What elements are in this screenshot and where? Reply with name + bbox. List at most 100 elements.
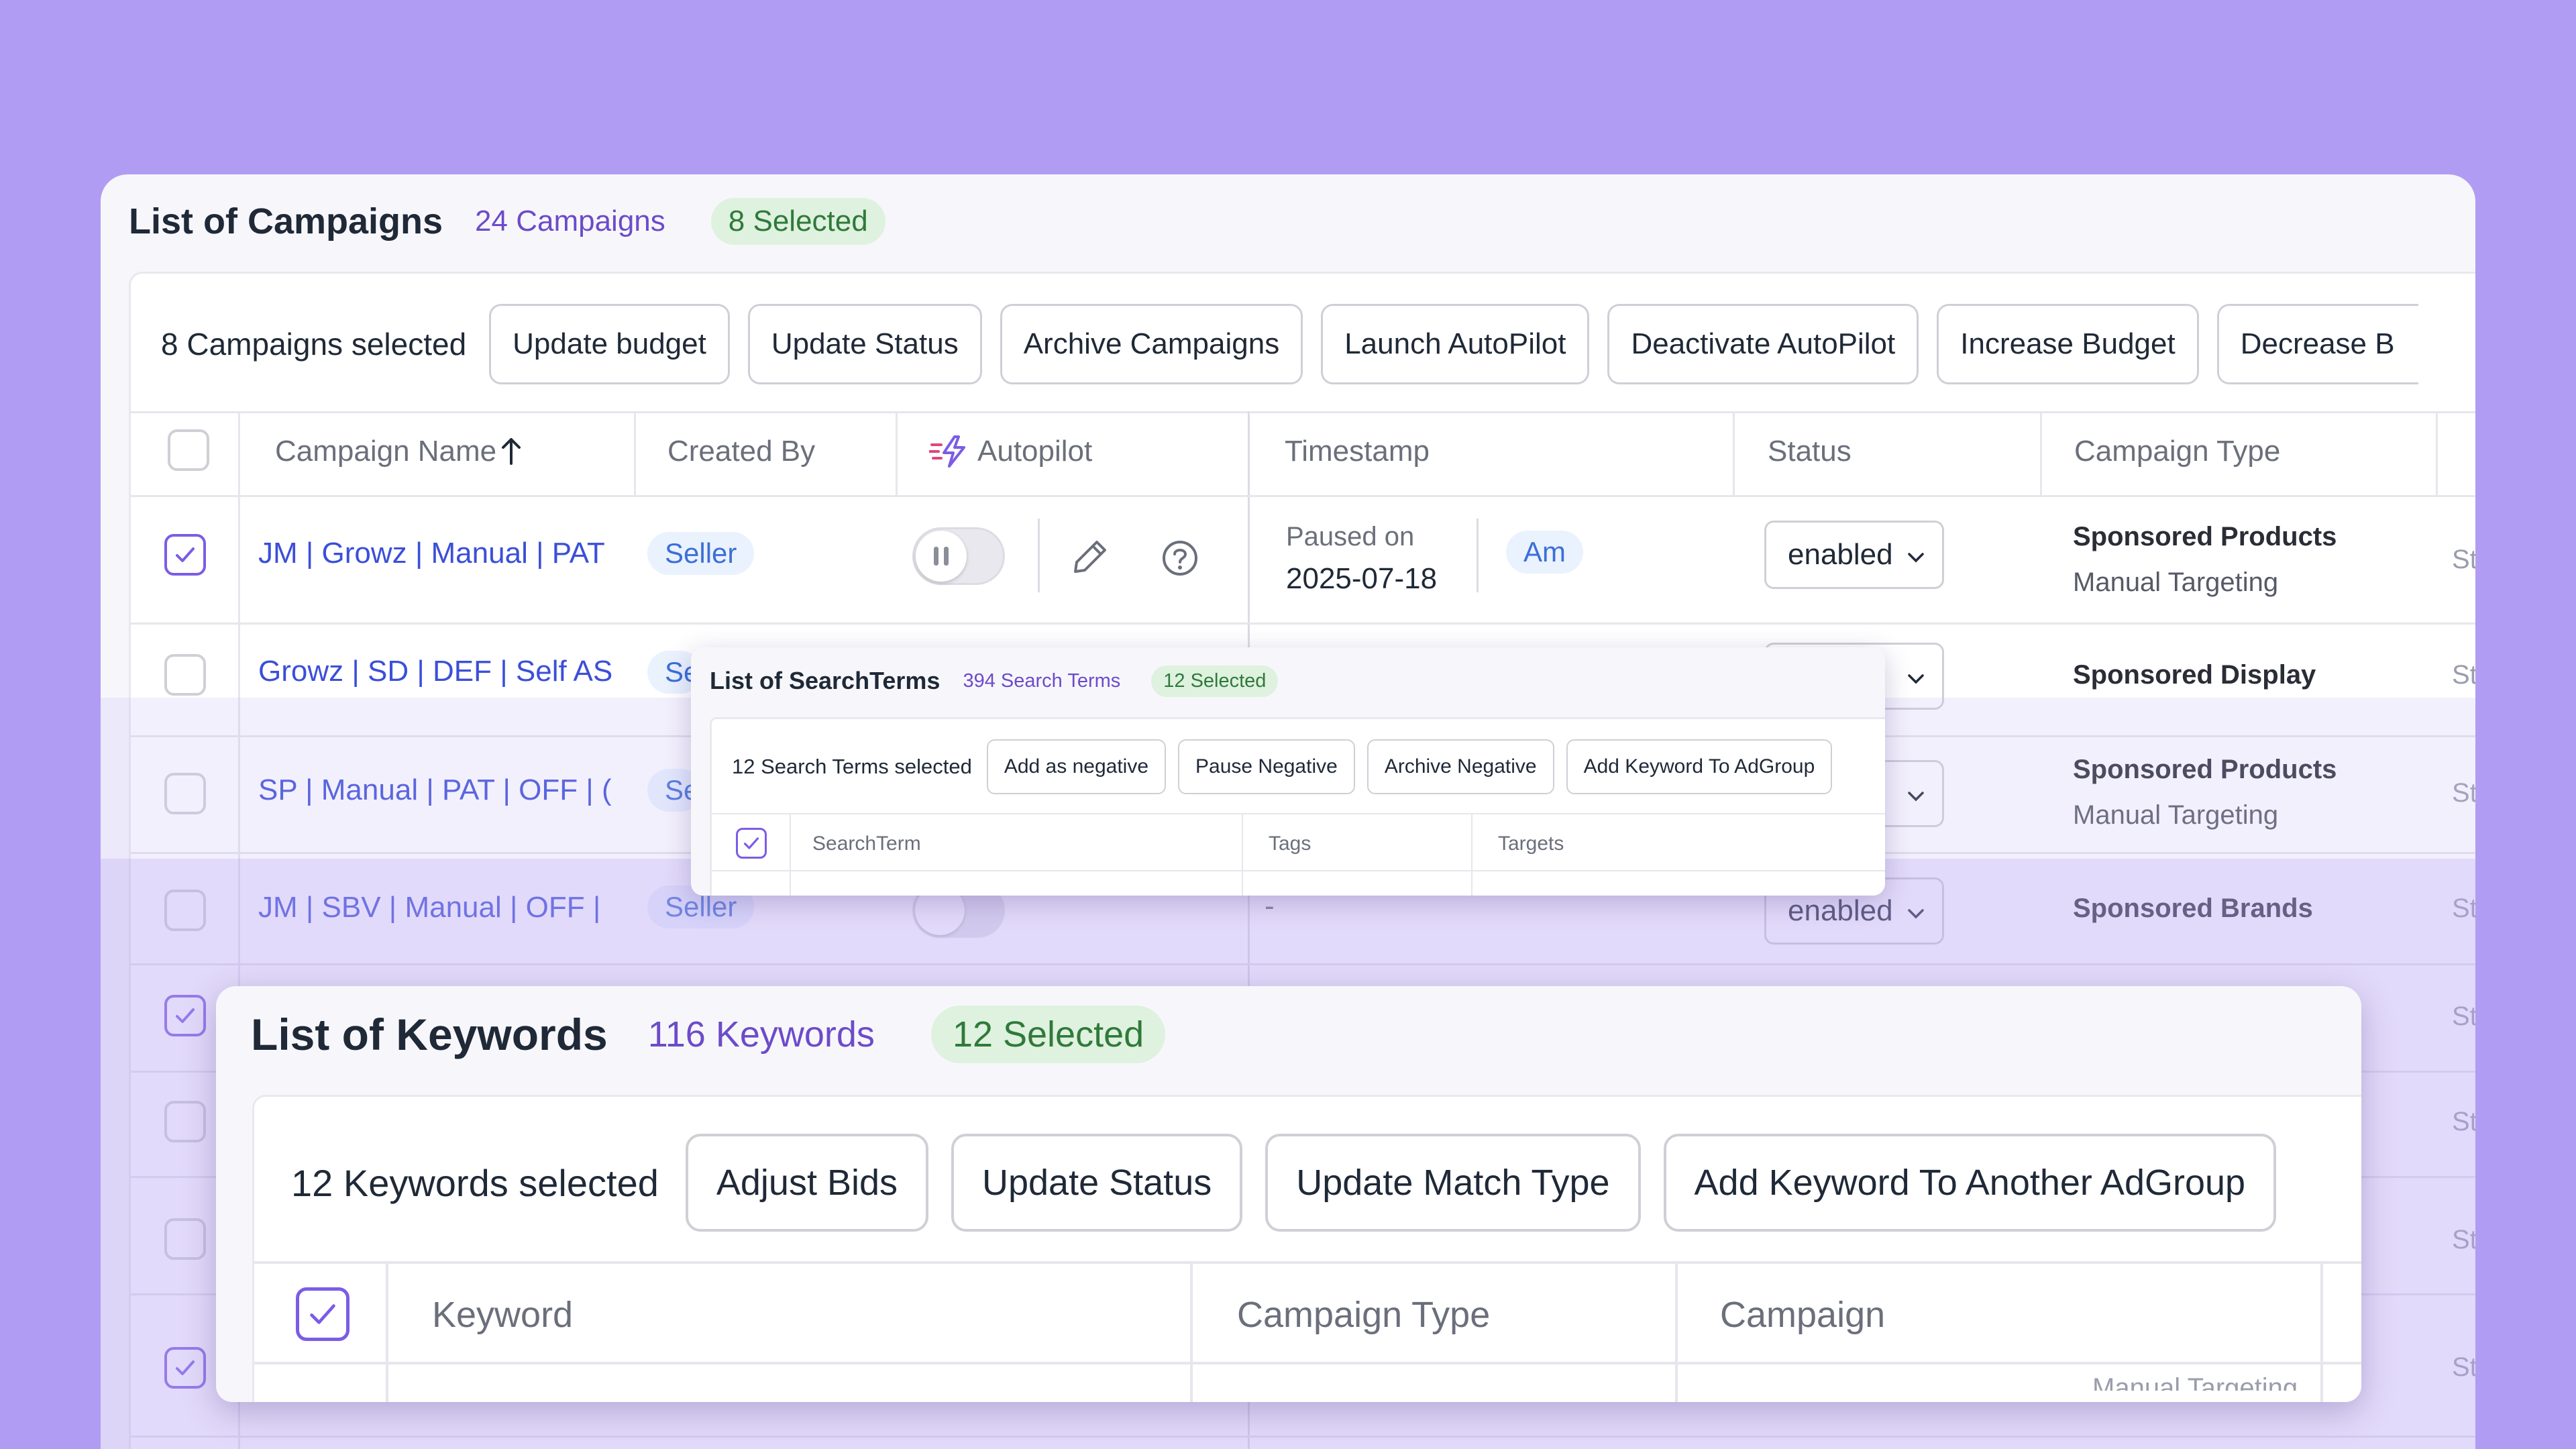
col-campaign-name[interactable]: Campaign Name	[275, 428, 523, 475]
col-divider	[386, 1261, 388, 1402]
launch-autopilot-button[interactable]: Launch AutoPilot	[1321, 304, 1590, 384]
searchterms-title: List of SearchTerms	[710, 667, 941, 694]
col-tags[interactable]: Tags	[1269, 830, 1311, 857]
keywords-selected-badge: 12 Selected	[930, 1006, 1166, 1063]
keywords-header: List of Keywords 116 Keywords 12 Selecte…	[251, 1001, 1166, 1068]
campaigns-bulk-toolbar: 8 Campaigns selected Update budget Updat…	[161, 304, 2418, 384]
keywords-bulk-toolbar: 12 Keywords selected Adjust Bids Update …	[291, 1134, 2277, 1232]
peek-text: Manual Targeting	[2092, 1373, 2298, 1391]
col-divider	[2436, 411, 2438, 495]
timestamp-label: Paused on	[1286, 522, 1415, 551]
campaign-name-link[interactable]: Growz | SD | DEF | Self AS	[258, 655, 614, 688]
col-divider	[634, 411, 636, 495]
col-divider	[790, 813, 791, 896]
add-keyword-to-another-adgroup-button[interactable]: Add Keyword To Another AdGroup	[1663, 1134, 2277, 1232]
timestamp-value: 2025-07-18	[1286, 562, 1438, 595]
pencil-icon[interactable]	[1070, 537, 1110, 580]
col-searchterm[interactable]: SearchTerm	[812, 830, 921, 857]
created-by-tag: Seller	[647, 532, 755, 575]
pause-icon	[916, 531, 967, 582]
searchterms-header: List of SearchTerms 394 Search Terms 12 …	[710, 662, 1279, 700]
row-divider	[131, 623, 2475, 625]
cell-divider	[1038, 519, 1040, 592]
header-divider	[712, 870, 1885, 871]
campaigns-header: List of Campaigns 24 Campaigns 8 Selecte…	[129, 195, 885, 248]
adjust-bids-button[interactable]: Adjust Bids	[685, 1134, 928, 1232]
select-all-checkbox[interactable]	[296, 1287, 350, 1341]
col-divider	[1242, 813, 1243, 896]
col-autopilot[interactable]: Autopilot	[929, 428, 1092, 475]
keywords-count: 116 Keywords	[647, 1014, 875, 1055]
col-campaign-name-label: Campaign Name	[275, 435, 497, 468]
col-divider	[1733, 411, 1735, 495]
update-status-button[interactable]: Update Status	[747, 304, 982, 384]
searchterms-bulk-toolbar: 12 Search Terms selected Add as negative…	[732, 739, 1833, 794]
col-divider	[1675, 1261, 1678, 1402]
col-divider	[2040, 411, 2042, 495]
campaign-type: Sponsored Products	[2073, 522, 2337, 551]
update-match-type-button[interactable]: Update Match Type	[1265, 1134, 1641, 1232]
trailing-cell: St	[2452, 660, 2475, 690]
col-targets[interactable]: Targets	[1498, 830, 1564, 857]
sort-arrow-up-icon[interactable]	[499, 437, 523, 466]
col-divider	[1471, 813, 1472, 896]
campaign-subtype: Manual Targeting	[2073, 568, 2279, 597]
keywords-selected-text: 12 Keywords selected	[291, 1161, 659, 1204]
row-checkbox[interactable]	[164, 654, 206, 696]
keywords-panel: List of Keywords 116 Keywords 12 Selecte…	[216, 986, 2361, 1402]
col-divider	[2320, 1261, 2323, 1402]
campaign-name-link[interactable]: JM | Growz | Manual | PAT	[258, 537, 614, 570]
select-all-checkbox[interactable]	[736, 828, 767, 859]
searchterms-selected-badge: 12 Selected	[1151, 665, 1279, 697]
toolbar-divider	[254, 1261, 2361, 1264]
campaigns-selected-badge: 8 Selected	[710, 198, 885, 245]
toolbar-divider	[131, 411, 2475, 413]
header-divider	[254, 1362, 2361, 1364]
campaigns-count: 24 Campaigns	[475, 205, 665, 237]
status-select-value: enabled	[1788, 538, 1893, 571]
keywords-title: List of Keywords	[251, 1010, 608, 1059]
select-all-checkbox[interactable]	[168, 429, 209, 471]
status-select[interactable]: enabled	[1764, 521, 1944, 589]
row-checkbox[interactable]	[164, 534, 206, 576]
trailing-cell: St	[2452, 545, 2475, 574]
add-keyword-to-adgroup-button[interactable]: Add Keyword To AdGroup	[1566, 739, 1833, 794]
searchterms-selected-text: 12 Search Terms selected	[732, 755, 972, 778]
campaigns-title: List of Campaigns	[129, 201, 443, 241]
checkmark-icon	[743, 837, 759, 849]
checkmark-icon	[176, 547, 195, 562]
archive-campaigns-button[interactable]: Archive Campaigns	[1000, 304, 1303, 384]
header-divider	[131, 495, 2475, 497]
col-keyword[interactable]: Keyword	[432, 1291, 573, 1338]
col-divider	[896, 411, 898, 495]
campaign-type: Sponsored Display	[2073, 660, 2316, 690]
col-timestamp[interactable]: Timestamp	[1285, 428, 1430, 475]
col-autopilot-label: Autopilot	[977, 435, 1093, 468]
col-status[interactable]: Status	[1768, 428, 1851, 475]
decrease-budget-button[interactable]: Decrease B	[2216, 304, 2418, 384]
deactivate-autopilot-button[interactable]: Deactivate AutoPilot	[1607, 304, 1919, 384]
actor-tag: Am	[1506, 531, 1583, 574]
keywords-table-container: 12 Keywords selected Adjust Bids Update …	[252, 1095, 2361, 1402]
update-budget-button[interactable]: Update budget	[489, 304, 730, 384]
add-as-negative-button[interactable]: Add as negative	[986, 739, 1166, 794]
col-campaign-type[interactable]: Campaign Type	[1237, 1291, 1490, 1338]
pause-negative-button[interactable]: Pause Negative	[1178, 739, 1355, 794]
col-created-by[interactable]: Created By	[667, 428, 815, 475]
chevron-down-icon	[1906, 538, 1926, 572]
autopilot-bolt-icon	[929, 435, 968, 468]
autopilot-toggle[interactable]	[912, 527, 1005, 585]
archive-negative-button[interactable]: Archive Negative	[1366, 739, 1554, 794]
campaigns-selected-text: 8 Campaigns selected	[161, 327, 467, 362]
searchterms-panel: List of SearchTerms 394 Search Terms 12 …	[691, 647, 1885, 896]
col-campaign[interactable]: Campaign	[1720, 1291, 1885, 1338]
update-status-button[interactable]: Update Status	[951, 1134, 1243, 1232]
col-campaign-type[interactable]: Campaign Type	[2074, 428, 2280, 475]
cell-divider	[1477, 519, 1479, 592]
col-divider	[1190, 1261, 1193, 1402]
help-icon[interactable]	[1161, 539, 1199, 581]
searchterms-table-container: 12 Search Terms selected Add as negative…	[710, 717, 1885, 896]
toolbar-divider	[712, 813, 1885, 814]
searchterms-count: 394 Search Terms	[963, 669, 1121, 692]
increase-budget-button[interactable]: Increase Budget	[1937, 304, 2199, 384]
